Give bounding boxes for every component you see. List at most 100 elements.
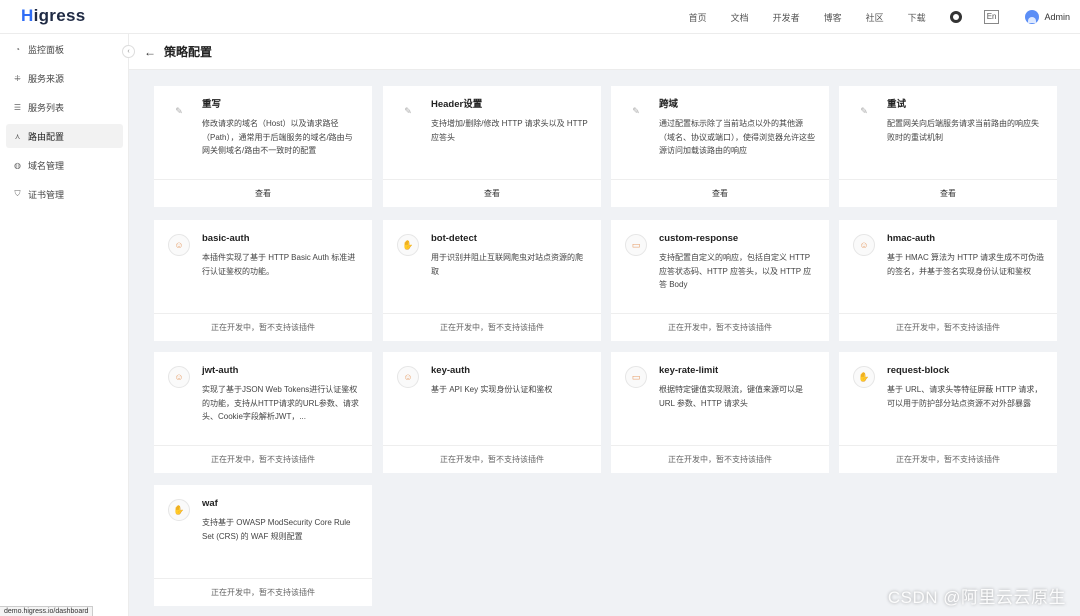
page-title: 策略配置 (164, 45, 213, 59)
card-description: 通过配置标示除了当前站点以外的其他源（域名、协议或端口），使得浏览器允许这些源访… (659, 119, 815, 155)
response-icon: ▭ (625, 234, 647, 256)
unsupported-notice: 正在开发中，暂不支持该插件 (611, 313, 829, 341)
status-url: demo.higress.io/dashboard (0, 606, 94, 616)
sidebar-item-label: 监控面板 (28, 44, 65, 55)
view-button[interactable]: 查看 (154, 179, 372, 207)
sidebar-item-label: 证书管理 (28, 189, 65, 200)
unsupported-notice: 正在开发中，暂不支持该插件 (611, 445, 829, 473)
strategy-card: ▭ custom-response 支持配置自定义的响应，包括自定义 HTTP 应答… (611, 220, 829, 341)
auth-icon: ☺ (397, 366, 419, 388)
card-body: ☺ key-auth 基于 API Key 实现身份认证和鉴权 (383, 352, 601, 397)
service-source-icon: ⁜ (14, 73, 21, 83)
card-title: custom-response (659, 233, 739, 244)
card-title: key-rate-limit (659, 365, 719, 376)
strategy-card: ☺ hmac-auth 基于 HMAC 算法为 HTTP 请求生成不可伪造的签名，并… (839, 220, 1057, 341)
nav-community[interactable]: 社区 (866, 11, 884, 24)
sidebar-item-certificate[interactable]: ⛉ 证书管理 (6, 182, 123, 206)
card-body: ✎ 重写修改请求的域名（Host）以及请求路径（Path），通常用于后端服务的域名… (154, 86, 372, 158)
unsupported-notice: 正在开发中，暂不支持该插件 (154, 313, 372, 341)
plugin-icon: ✎ (632, 105, 640, 116)
plugin-icon: ✎ (175, 105, 183, 116)
strategy-card: ✎ 重试 配置网关向后端服务请求当前路由的响应失败时的重试机制查看 (839, 86, 1057, 207)
view-button[interactable]: 查看 (839, 179, 1057, 207)
sidebar-item-domain[interactable]: ◍ 域名管理 (6, 153, 123, 177)
back-arrow-icon[interactable]: ← (144, 45, 158, 59)
strategy-card: ✎ Header设置 支持增加/删除/修改 HTTP 请求头以及 HTTP 应答头查… (383, 86, 601, 207)
strategy-card: ✎ 跨域通过配置标示除了当前站点以外的其他源（域名、协议或端口），使得浏览器允许这… (611, 86, 829, 207)
card-title: 跨域 (659, 99, 679, 110)
sidebar-item-route-config[interactable]: ⋏ 路由配置 (6, 124, 123, 148)
card-description: 配置网关向后端服务请求当前路由的响应失败时的重试机制 (887, 119, 1039, 142)
card-title: hmac-auth (887, 233, 936, 244)
card-title: jwt-auth (202, 365, 239, 376)
unsupported-notice: 正在开发中，暂不支持该插件 (154, 445, 372, 473)
card-body: ✎ 跨域通过配置标示除了当前站点以外的其他源（域名、协议或端口），使得浏览器允许这… (611, 86, 829, 158)
github-icon[interactable] (949, 11, 962, 23)
card-title: 重写 (202, 99, 222, 110)
page-header: ← 策略配置 (129, 34, 1080, 70)
view-button[interactable]: 查看 (383, 179, 601, 207)
unsupported-notice: 正在开发中，暂不支持该插件 (154, 578, 372, 606)
strategy-card: ✋ waf 支持基于 OWASP ModSecurity Core Rule Set… (154, 485, 372, 606)
card-title: key-auth (431, 365, 471, 376)
card-body: ☺ basic-auth 本插件实现了基于 HTTP Basic Auth 标准进行… (154, 220, 372, 278)
strategy-card: ☺ jwt-auth 实现了基于JSON Web Tokens进行认证鉴权的功能，支… (154, 352, 372, 473)
nav-download[interactable]: 下载 (908, 11, 926, 24)
nav-developers[interactable]: 开发者 (773, 11, 800, 24)
card-description: 基于 HMAC 算法为 HTTP 请求生成不可伪造的签名，并基于签名实现身份认证… (887, 253, 1045, 276)
sidebar-item-service-list[interactable]: ☰ 服务列表 (6, 95, 123, 119)
language-toggle[interactable]: En (983, 10, 1000, 24)
sidebar-item-label: 路由配置 (28, 131, 65, 142)
chevron-left-icon: ‹ (127, 48, 130, 55)
hand-icon: ✋ (168, 499, 190, 521)
dashboard-icon: ◔ (15, 44, 20, 54)
card-body: ▭ custom-response 支持配置自定义的响应，包括自定义 HTTP 应答… (611, 220, 829, 292)
card-description: 支持基于 OWASP ModSecurity Core Rule Set (CR… (202, 518, 351, 541)
card-body: ✋ request-block 基于 URL、请求头等特征屏蔽 HTTP 请求，可以… (839, 352, 1057, 410)
card-description: 支持配置自定义的响应，包括自定义 HTTP 应答状态码、HTTP 应答头，以及 … (659, 253, 812, 289)
sidebar-item-label: 域名管理 (28, 160, 65, 171)
user-avatar[interactable] (1025, 10, 1040, 24)
sidebar: ◔ 监控面板 ⁜ 服务来源 ☰ 服务列表 ⋏ 路由配置 ◍ 域名管理 ⛉ 证书管… (0, 34, 129, 616)
strategy-card: ✋ request-block 基于 URL、请求头等特征屏蔽 HTTP 请求，可以… (839, 352, 1057, 473)
card-title: basic-auth (202, 233, 250, 244)
card-description: 基于 API Key 实现身份认证和鉴权 (431, 385, 553, 394)
nav-blog[interactable]: 博客 (824, 11, 842, 24)
hand-icon: ✋ (397, 234, 419, 256)
auth-icon: ☺ (168, 366, 190, 388)
sidebar-item-dashboard[interactable]: ◔ 监控面板 (6, 37, 123, 61)
top-nav: 首页 文档 开发者 博客 社区 下载 En Admin (689, 0, 1080, 34)
unsupported-notice: 正在开发中，暂不支持该插件 (383, 445, 601, 473)
plugin-icon: ✎ (860, 105, 868, 116)
card-title: Header设置 (431, 99, 483, 110)
card-body: ✋ bot-detect 用于识别并阻止互联网爬虫对站点资源的爬取 (383, 220, 601, 278)
card-body: ☺ jwt-auth 实现了基于JSON Web Tokens进行认证鉴权的功能，支… (154, 352, 372, 424)
card-description: 用于识别并阻止互联网爬虫对站点资源的爬取 (431, 253, 583, 276)
strategy-card: ☺ basic-auth 本插件实现了基于 HTTP Basic Auth 标准进行… (154, 220, 372, 341)
card-title: request-block (887, 365, 950, 376)
unsupported-notice: 正在开发中，暂不支持该插件 (839, 313, 1057, 341)
strategy-card: ☺ key-auth 基于 API Key 实现身份认证和鉴权正在开发中，暂不支持该… (383, 352, 601, 473)
sidebar-item-label: 服务来源 (28, 73, 65, 84)
nav-docs[interactable]: 文档 (731, 11, 749, 24)
list-icon: ☰ (13, 102, 22, 112)
card-title: waf (202, 498, 218, 509)
auth-icon: ☺ (168, 234, 190, 256)
card-description: 根据特定键值实现限流，键值来源可以是 URL 参数、HTTP 请求头 (659, 385, 803, 408)
card-body: ▭ key-rate-limit 根据特定键值实现限流，键值来源可以是 URL 参数… (611, 352, 829, 410)
sidebar-item-service-source[interactable]: ⁜ 服务来源 (6, 66, 123, 90)
strategy-card: ✋ bot-detect 用于识别并阻止互联网爬虫对站点资源的爬取 正在开发中，暂不支… (383, 220, 601, 341)
sidebar-item-label: 服务列表 (28, 102, 65, 113)
watermark: CSDN @阿里云云原生 (887, 588, 1066, 607)
top-bar: Higress 首页 文档 开发者 博客 社区 下载 En Admin (0, 0, 1080, 34)
response-icon: ▭ (625, 366, 647, 388)
sidebar-collapse-button[interactable]: ‹ (122, 45, 135, 58)
card-description: 修改请求的域名（Host）以及请求路径（Path），通常用于后端服务的域名/路由… (202, 119, 353, 155)
card-body: ✎ 重试 配置网关向后端服务请求当前路由的响应失败时的重试机制 (839, 86, 1057, 144)
card-body: ✋ waf 支持基于 OWASP ModSecurity Core Rule Set… (154, 485, 372, 543)
nav-home[interactable]: 首页 (689, 11, 707, 24)
view-button[interactable]: 查看 (611, 179, 829, 207)
strategy-card: ▭ key-rate-limit 根据特定键值实现限流，键值来源可以是 URL 参数… (611, 352, 829, 473)
higress-logo[interactable]: Higress (21, 6, 85, 26)
user-name[interactable]: Admin (1044, 12, 1070, 22)
